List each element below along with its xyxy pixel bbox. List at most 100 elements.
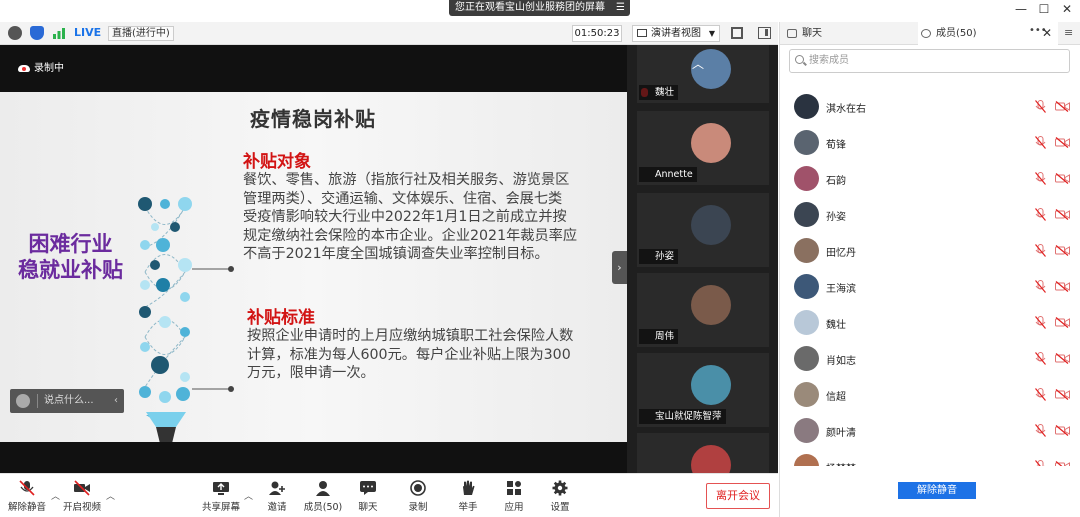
member-row[interactable]: 淇水在右 bbox=[780, 90, 1080, 126]
fullscreen-icon[interactable] bbox=[731, 27, 743, 39]
unmute-all-button[interactable]: 解除静音 bbox=[898, 482, 976, 499]
signal-icon[interactable] bbox=[52, 26, 66, 40]
unmute-button[interactable]: 解除静音 bbox=[4, 480, 50, 513]
camera-off-icon[interactable] bbox=[1055, 281, 1070, 292]
member-avatar bbox=[794, 310, 819, 335]
video-tile[interactable]: 魏壮 bbox=[637, 45, 769, 103]
close-window-button[interactable]: ✕ bbox=[1056, 0, 1078, 20]
member-row[interactable]: 杨梦梦 bbox=[780, 450, 1080, 466]
member-name: 淇水在右 bbox=[826, 104, 866, 115]
maximize-button[interactable]: ☐ bbox=[1033, 0, 1055, 20]
record-button[interactable]: 录制 bbox=[395, 480, 441, 513]
member-row[interactable]: 王海滨 bbox=[780, 270, 1080, 306]
share-menu-icon[interactable]: ☰ bbox=[616, 0, 625, 16]
camera-off-icon[interactable] bbox=[1055, 389, 1070, 400]
mic-muted-icon[interactable] bbox=[1035, 460, 1046, 466]
raise-hand-button[interactable]: 举手 bbox=[445, 480, 491, 513]
leave-meeting-button[interactable]: 离开会议 bbox=[706, 483, 770, 509]
member-row[interactable]: 荀锋 bbox=[780, 126, 1080, 162]
mic-muted-icon[interactable] bbox=[1035, 388, 1046, 401]
members-icon bbox=[316, 481, 330, 496]
member-row[interactable]: 肖如志 bbox=[780, 342, 1080, 378]
camera-off-icon[interactable] bbox=[1055, 317, 1070, 328]
camera-off-icon[interactable] bbox=[1055, 137, 1070, 148]
live-badge: LIVE bbox=[74, 26, 102, 39]
mic-muted-icon[interactable] bbox=[1035, 352, 1046, 365]
member-row[interactable]: 石韵 bbox=[780, 162, 1080, 198]
chevron-left-icon[interactable]: ‹ bbox=[114, 389, 118, 413]
sidebar-toggle-icon[interactable] bbox=[758, 27, 771, 39]
member-row[interactable]: 魏壮 bbox=[780, 306, 1080, 342]
camera-off-icon[interactable] bbox=[1055, 245, 1070, 256]
tab-chat-label: 聊天 bbox=[802, 28, 822, 39]
slide-text-line: 按照企业申请时的上月应缴纳城镇职工社会保险人数 bbox=[247, 328, 574, 344]
settings-button[interactable]: 设置 bbox=[537, 480, 583, 513]
shield-icon[interactable] bbox=[30, 26, 44, 40]
chat-button[interactable]: 聊天 bbox=[345, 480, 391, 513]
invite-button[interactable]: 邀请 bbox=[254, 480, 300, 513]
member-name: 石韵 bbox=[826, 176, 846, 187]
mic-muted-icon[interactable] bbox=[1035, 136, 1046, 149]
emoji-icon[interactable] bbox=[16, 394, 30, 408]
mic-muted-icon[interactable] bbox=[1035, 316, 1046, 329]
speaker-view-icon bbox=[637, 29, 647, 37]
share-banner[interactable]: 您正在观看宝山创业服務团的屏幕 ☰ bbox=[449, 0, 630, 16]
video-tile[interactable]: Annette bbox=[637, 111, 769, 185]
chevron-up-icon[interactable]: ︿ bbox=[687, 55, 709, 71]
camera-off-icon[interactable] bbox=[1055, 461, 1070, 466]
member-row[interactable]: 颜叶清 bbox=[780, 414, 1080, 450]
member-name: 田忆丹 bbox=[826, 248, 856, 259]
member-avatar bbox=[794, 238, 819, 263]
camera-off-icon[interactable] bbox=[1055, 173, 1070, 184]
video-tile[interactable]: 孙姿 bbox=[637, 193, 769, 267]
start-video-button[interactable]: 开启视频 bbox=[59, 480, 105, 513]
view-mode-label: 演讲者视图 bbox=[651, 28, 701, 39]
minimize-button[interactable]: — bbox=[1010, 0, 1032, 20]
close-tab-icon[interactable]: ✕ bbox=[1042, 26, 1052, 40]
chevron-up-icon[interactable]: ︿ bbox=[106, 489, 115, 502]
slide-section-body: 餐饮、零售、旅游（指旅行社及相关服务、游览景区 管理两类）、交通运输、文体娱乐、… bbox=[243, 171, 618, 264]
member-row[interactable]: 信超 bbox=[780, 378, 1080, 414]
apps-grid-icon bbox=[507, 481, 521, 495]
recording-indicator: 录制中 bbox=[18, 59, 64, 74]
tab-chat[interactable]: 聊天 bbox=[784, 22, 914, 45]
slide-side-title-line: 困难行业 bbox=[28, 232, 113, 256]
mic-muted-icon[interactable] bbox=[1035, 208, 1046, 221]
video-tile[interactable]: 周伟 bbox=[637, 273, 769, 347]
camera-off-icon[interactable] bbox=[1055, 209, 1070, 220]
share-screen-label: 共享屏幕 bbox=[201, 502, 240, 513]
participant-name: 魏壮 bbox=[639, 85, 679, 100]
mic-muted-icon[interactable] bbox=[1035, 280, 1046, 293]
share-screen-button[interactable]: 共享屏幕 bbox=[198, 480, 244, 513]
view-mode-dropdown[interactable]: 演讲者视图 ▼ bbox=[632, 25, 720, 42]
camera-off-icon[interactable] bbox=[1055, 425, 1070, 436]
members-label: 成员(50) bbox=[303, 502, 343, 513]
chevron-up-icon[interactable]: ︿ bbox=[244, 489, 253, 502]
meeting-toolbar: 解除静音 ︿ 开启视频 ︿ 共享屏幕 ︿ 邀请 成员(50) 聊天 录制 举手 … bbox=[0, 473, 778, 517]
camera-off-icon[interactable] bbox=[1055, 353, 1070, 364]
share-screen-icon bbox=[213, 482, 229, 495]
camera-off-icon[interactable] bbox=[1055, 101, 1070, 112]
live-status[interactable]: 直播(进行中) bbox=[108, 26, 174, 41]
video-tile[interactable] bbox=[637, 433, 769, 473]
start-video-label: 开启视频 bbox=[62, 502, 101, 513]
record-label: 录制 bbox=[408, 502, 428, 513]
video-tile[interactable]: 宝山就促陈智萍 bbox=[637, 353, 769, 427]
mic-muted-icon[interactable] bbox=[1035, 100, 1046, 113]
apps-button[interactable]: 应用 bbox=[491, 480, 537, 513]
mic-muted-icon[interactable] bbox=[1035, 172, 1046, 185]
members-button[interactable]: 成员(50) bbox=[300, 480, 346, 513]
panel-menu-icon[interactable]: ≡ bbox=[1064, 26, 1073, 39]
member-search-input[interactable]: 搜索成员 bbox=[789, 49, 1070, 73]
collapse-strip-button[interactable]: › bbox=[612, 251, 627, 284]
mic-muted-icon[interactable] bbox=[1035, 244, 1046, 257]
cloud-record-icon bbox=[18, 64, 30, 72]
mic-muted-icon bbox=[19, 480, 35, 496]
share-banner-text: 您正在观看宝山创业服務团的屏幕 bbox=[455, 2, 605, 13]
member-row[interactable]: 田忆丹 bbox=[780, 234, 1080, 270]
member-name: 孙姿 bbox=[826, 212, 846, 223]
info-icon[interactable] bbox=[8, 26, 22, 40]
mic-muted-icon[interactable] bbox=[1035, 424, 1046, 437]
member-row[interactable]: 孙姿 bbox=[780, 198, 1080, 234]
danmaku-chat-input[interactable]: 说点什么... ‹ bbox=[10, 389, 124, 413]
